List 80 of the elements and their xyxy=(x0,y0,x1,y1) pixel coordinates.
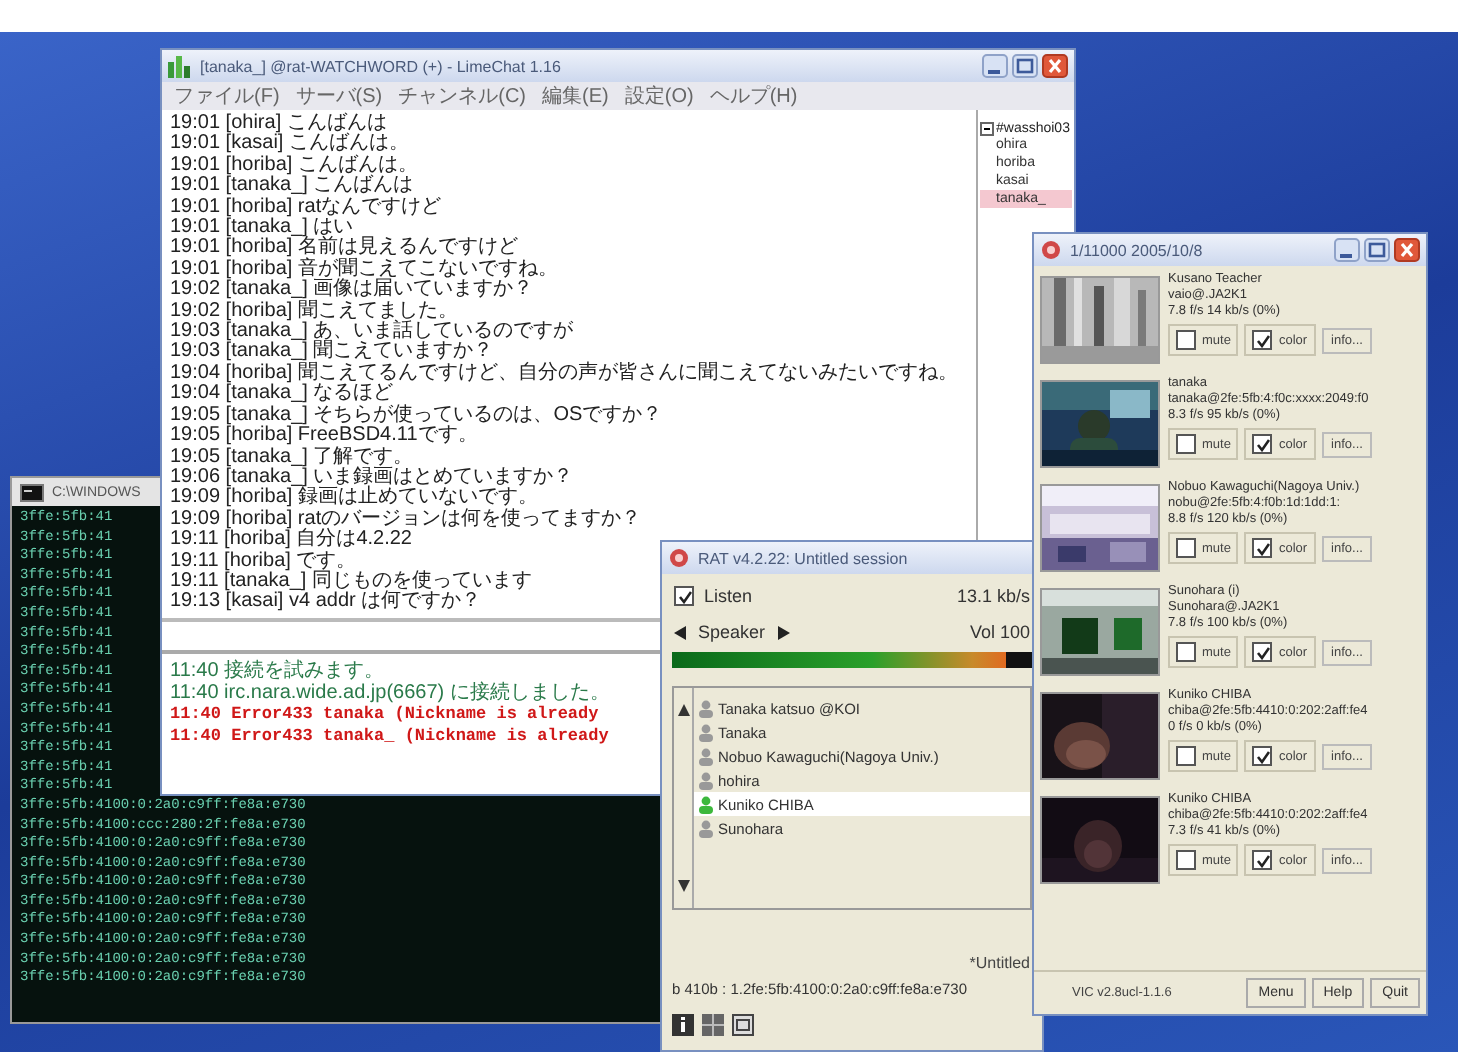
color-checkbox[interactable] xyxy=(1252,330,1273,350)
bitrate-reading: 13.1 kb/s xyxy=(956,586,1030,606)
chat-message: 19:09 [horiba] ratのバージョンは何を使ってますか？ xyxy=(170,509,642,530)
menu-item[interactable]: チャンネル(C) xyxy=(398,82,527,110)
mute-checkbox[interactable] xyxy=(1176,850,1196,870)
chat-message: 19:11 [horiba] です。 xyxy=(170,551,357,572)
chat-message: 19:01 [horiba] こんばんは。 xyxy=(170,155,418,176)
chat-message: 19:04 [horiba] 聞こえてるんですけど、自分の声が皆さんに聞こえてないみたいですね。 xyxy=(170,363,958,384)
chat-message: 19:05 [horiba] FreeBSD4.11です。 xyxy=(170,426,478,447)
mute-checkbox[interactable] xyxy=(1176,538,1196,558)
mute-checkbox[interactable] xyxy=(1176,330,1196,350)
menu-item[interactable]: ファイル(F) xyxy=(174,82,280,110)
chat-app-icon xyxy=(168,55,192,77)
chat-message: 19:01 [kasai] こんばんは。 xyxy=(170,134,409,155)
left-arrow-icon[interactable] xyxy=(674,625,688,639)
color-checkbox[interactable] xyxy=(1252,538,1273,558)
speaker-label: Speaker xyxy=(698,622,766,642)
chat-message: 19:05 [tanaka_] そちらが使っているのは、OSですか？ xyxy=(170,405,663,426)
window-title: RAT v4.2.22: Untitled session xyxy=(698,549,910,567)
close-icon[interactable] xyxy=(1042,54,1068,78)
maximize-icon[interactable] xyxy=(1364,238,1390,262)
color-checkbox[interactable] xyxy=(1252,642,1273,662)
listen-checkbox[interactable] xyxy=(674,586,694,606)
chat-message: 19:09 [horiba] 録画は止めていないです。 xyxy=(170,488,538,509)
info-icon[interactable] xyxy=(672,1014,694,1036)
console-icon xyxy=(20,483,44,501)
color-checkbox[interactable] xyxy=(1252,850,1273,870)
chat-message: 19:11 [horiba] 自分は4.2.22 xyxy=(170,530,412,551)
chat-message: 19:03 [tanaka_] あ、いま話しているのですが xyxy=(170,322,574,343)
menu-item[interactable]: 設定(O) xyxy=(624,82,694,110)
system-message: 11:40 接続を試みます。 xyxy=(170,660,385,682)
chat-message: 19:02 [horiba] 聞こえてました。 xyxy=(170,301,458,322)
chat-message: 19:11 [tanaka_] 同じものを使っています xyxy=(170,571,532,592)
menu-item[interactable]: ヘルプ(H) xyxy=(709,82,798,110)
collapse-icon[interactable] xyxy=(980,122,994,136)
person-icon xyxy=(698,771,714,789)
minimize-icon[interactable] xyxy=(982,54,1008,78)
error-message: 11:40 Error433 tanaka (Nickname is already xyxy=(170,704,599,726)
person-icon xyxy=(698,699,714,717)
maximize-icon[interactable] xyxy=(1012,54,1038,78)
person-icon xyxy=(698,795,714,813)
scroll-bar[interactable] xyxy=(674,688,694,908)
menu-item[interactable]: 編集(E) xyxy=(542,82,609,110)
mute-checkbox[interactable] xyxy=(1176,746,1196,766)
chat-message: 19:01 [ohira] こんばんは xyxy=(170,114,387,134)
window-icon[interactable] xyxy=(732,1014,754,1036)
chat-message: 19:02 [tanaka_] 画像は届いていますか？ xyxy=(170,280,534,301)
chat-message: 19:01 [horiba] 名前は見えるんですけど xyxy=(170,238,518,259)
down-arrow-icon[interactable] xyxy=(678,880,690,892)
color-checkbox[interactable] xyxy=(1252,746,1273,766)
person-icon xyxy=(698,747,714,765)
chat-message: 19:01 [horiba] 音が聞こえてこないですね。 xyxy=(170,259,558,280)
chat-message: 19:03 [tanaka_] 聞こえていますか？ xyxy=(170,342,494,363)
chat-message: 19:13 [kasai] v4 addr は何ですか？ xyxy=(170,592,482,614)
chat-message: 19:01 [tanaka_] こんばんは xyxy=(170,176,414,197)
up-arrow-icon[interactable] xyxy=(678,704,690,716)
window-title: [tanaka_] @rat-WATCHWORD (+) - LimeChat 1.16 xyxy=(200,57,563,75)
chat-message: 19:05 [tanaka_] 了解です。 xyxy=(170,447,414,467)
close-icon[interactable] xyxy=(1394,238,1420,262)
mute-checkbox[interactable] xyxy=(1176,434,1196,454)
error-message: 11:40 Error433 tanaka_ (Nickname is already xyxy=(170,726,609,748)
mute-checkbox[interactable] xyxy=(1176,642,1196,662)
right-arrow-icon[interactable] xyxy=(775,625,790,639)
color-checkbox[interactable] xyxy=(1252,434,1273,454)
app-icon xyxy=(1040,240,1062,260)
volume-reading: Vol 100 xyxy=(969,622,1030,642)
chat-message: 19:01 [horiba] ratなんですけど xyxy=(170,197,442,218)
window-title: 1/11000 2005/10/8 xyxy=(1070,241,1205,259)
app-icon xyxy=(668,548,690,568)
menu-item[interactable]: サーバ(S) xyxy=(295,82,383,110)
person-icon xyxy=(698,819,714,837)
session-name: *Untitled xyxy=(967,952,1032,972)
chat-message: 19:01 [tanaka_] はい xyxy=(170,218,354,239)
system-message: 11:40 irc.nara.wide.ad.jp(6667) に接続しました。 xyxy=(170,682,610,704)
grid-icon[interactable] xyxy=(702,1014,724,1036)
listen-label: Listen xyxy=(704,586,753,606)
chat-message: 19:06 [tanaka_] いま録画はとめていますか？ xyxy=(170,467,574,488)
person-icon xyxy=(698,723,714,741)
chat-message: 19:04 [tanaka_] なるほど xyxy=(170,384,394,405)
minimize-icon[interactable] xyxy=(1334,238,1360,262)
